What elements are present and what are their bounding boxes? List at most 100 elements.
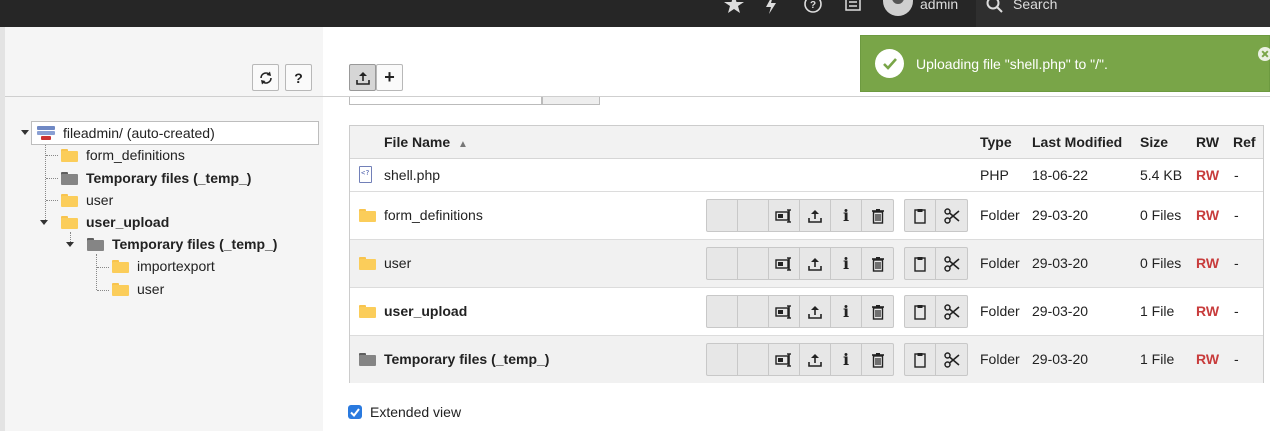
copy-icon <box>914 352 926 368</box>
delete-icon <box>871 352 884 368</box>
rename-button[interactable] <box>769 296 800 327</box>
file-rw: RW <box>1196 303 1220 319</box>
upload-button[interactable] <box>800 200 831 231</box>
file-name[interactable]: user_upload <box>384 303 467 319</box>
tree-item-user[interactable]: user <box>61 190 113 210</box>
file-size: 1 File <box>1140 303 1175 319</box>
upload-icon <box>808 353 822 367</box>
file-name[interactable]: shell.php <box>384 167 440 183</box>
collapse-caret-icon[interactable] <box>21 130 29 135</box>
extended-view-label[interactable]: Extended view <box>370 404 461 420</box>
folder-icon <box>61 193 78 207</box>
rename-button[interactable] <box>769 248 800 279</box>
tree-item-temp[interactable]: Temporary files (_temp_) <box>61 168 251 188</box>
row-actions-clipboard <box>904 247 968 280</box>
add-button[interactable]: + <box>376 64 403 91</box>
table-row[interactable]: shell.php PHP 18-06-22 5.4 KB RW - <box>350 159 1263 192</box>
help-icon[interactable]: ? <box>803 0 827 14</box>
tree-help-button[interactable]: ? <box>285 64 312 91</box>
file-size: 0 Files <box>1140 207 1182 223</box>
file-modified: 29-03-20 <box>1032 255 1089 271</box>
search-input[interactable] <box>349 97 542 105</box>
cut-icon <box>943 303 960 320</box>
copy-button[interactable] <box>905 248 936 279</box>
copy-button[interactable] <box>905 200 936 231</box>
copy-button[interactable] <box>905 344 936 375</box>
tree-item-form-definitions[interactable]: form_definitions <box>61 145 185 165</box>
refresh-tree-button[interactable] <box>252 64 279 91</box>
tree-item-importexport[interactable]: importexport <box>112 256 215 276</box>
file-ref: - <box>1234 207 1239 223</box>
file-name[interactable]: Temporary files (_temp_) <box>384 351 549 367</box>
tree-guide <box>97 290 109 291</box>
upload-icon <box>808 209 822 223</box>
column-ref: Ref <box>1233 134 1256 150</box>
tree-item-temp-user[interactable]: user <box>112 279 164 299</box>
username[interactable]: admin <box>920 0 958 12</box>
rename-button[interactable] <box>769 200 800 231</box>
delete-button[interactable] <box>862 248 893 279</box>
notification-message: Uploading file "shell.php" to "/". <box>916 56 1108 72</box>
cut-button[interactable] <box>936 200 967 231</box>
collapse-caret-icon[interactable] <box>66 242 74 247</box>
info-icon: i <box>842 206 850 225</box>
info-button[interactable]: i <box>831 248 862 279</box>
tree-item-label: importexport <box>137 258 215 274</box>
folder-icon <box>112 282 129 296</box>
table-row[interactable]: user i Folder 29-03-20 0 Files RW - <box>350 240 1263 288</box>
tree-guide <box>97 267 109 268</box>
file-name[interactable]: user <box>384 255 411 271</box>
column-last-modified[interactable]: Last Modified <box>1032 134 1122 150</box>
info-button[interactable]: i <box>831 200 862 231</box>
upload-button[interactable] <box>800 248 831 279</box>
tree-item-label: Temporary files (_temp_) <box>112 236 278 252</box>
column-rw: RW <box>1196 134 1220 150</box>
cut-button[interactable] <box>936 248 967 279</box>
table-row[interactable]: form_definitions i Folder 29-03-20 0 Fil… <box>350 192 1263 240</box>
file-ref: - <box>1234 351 1239 367</box>
delete-button[interactable] <box>862 344 893 375</box>
delete-button[interactable] <box>862 296 893 327</box>
file-type: Folder <box>980 207 1020 223</box>
close-icon[interactable] <box>1258 47 1270 61</box>
rename-button[interactable] <box>769 344 800 375</box>
cut-icon <box>943 255 960 272</box>
folder-icon <box>359 305 376 318</box>
info-icon: i <box>842 302 850 321</box>
upload-button[interactable] <box>800 296 831 327</box>
search-label[interactable]: Search <box>1013 0 1057 12</box>
tree-root[interactable]: fileadmin/ (auto-created) <box>37 123 215 143</box>
column-size[interactable]: Size <box>1140 134 1168 150</box>
column-type[interactable]: Type <box>980 134 1012 150</box>
cut-button[interactable] <box>936 344 967 375</box>
file-ref: - <box>1234 255 1239 271</box>
avatar[interactable] <box>883 0 913 16</box>
bolt-icon[interactable] <box>764 0 788 14</box>
tree-item-user-upload-temp[interactable]: Temporary files (_temp_) <box>87 234 277 254</box>
list-icon[interactable] <box>844 0 868 14</box>
file-rw: RW <box>1196 207 1220 223</box>
info-button[interactable]: i <box>831 344 862 375</box>
table-row[interactable]: Temporary files (_temp_) i Folder 29-03-… <box>350 336 1263 383</box>
star-icon[interactable] <box>723 0 747 14</box>
tree-toolbar-divider <box>5 96 323 97</box>
search-icon[interactable] <box>986 0 1004 17</box>
table-row[interactable]: user_upload i Folder 29-03-20 1 File RW … <box>350 288 1263 336</box>
cut-button[interactable] <box>936 296 967 327</box>
delete-icon <box>871 304 884 320</box>
upload-button[interactable] <box>349 64 376 91</box>
empty-action-button <box>707 200 738 231</box>
extended-view-checkbox[interactable] <box>348 405 362 419</box>
copy-button[interactable] <box>905 296 936 327</box>
column-file-name[interactable]: File Name ▲ <box>384 134 468 150</box>
delete-button[interactable] <box>862 200 893 231</box>
search-submit-button[interactable] <box>542 97 600 105</box>
tree-item-user-upload[interactable]: user_upload <box>61 212 169 232</box>
upload-button[interactable] <box>800 344 831 375</box>
upload-icon <box>355 71 370 85</box>
tree-guide <box>46 178 58 179</box>
collapse-caret-icon[interactable] <box>40 220 48 225</box>
info-button[interactable]: i <box>831 296 862 327</box>
file-name[interactable]: form_definitions <box>384 207 483 223</box>
empty-action-button <box>707 296 738 327</box>
